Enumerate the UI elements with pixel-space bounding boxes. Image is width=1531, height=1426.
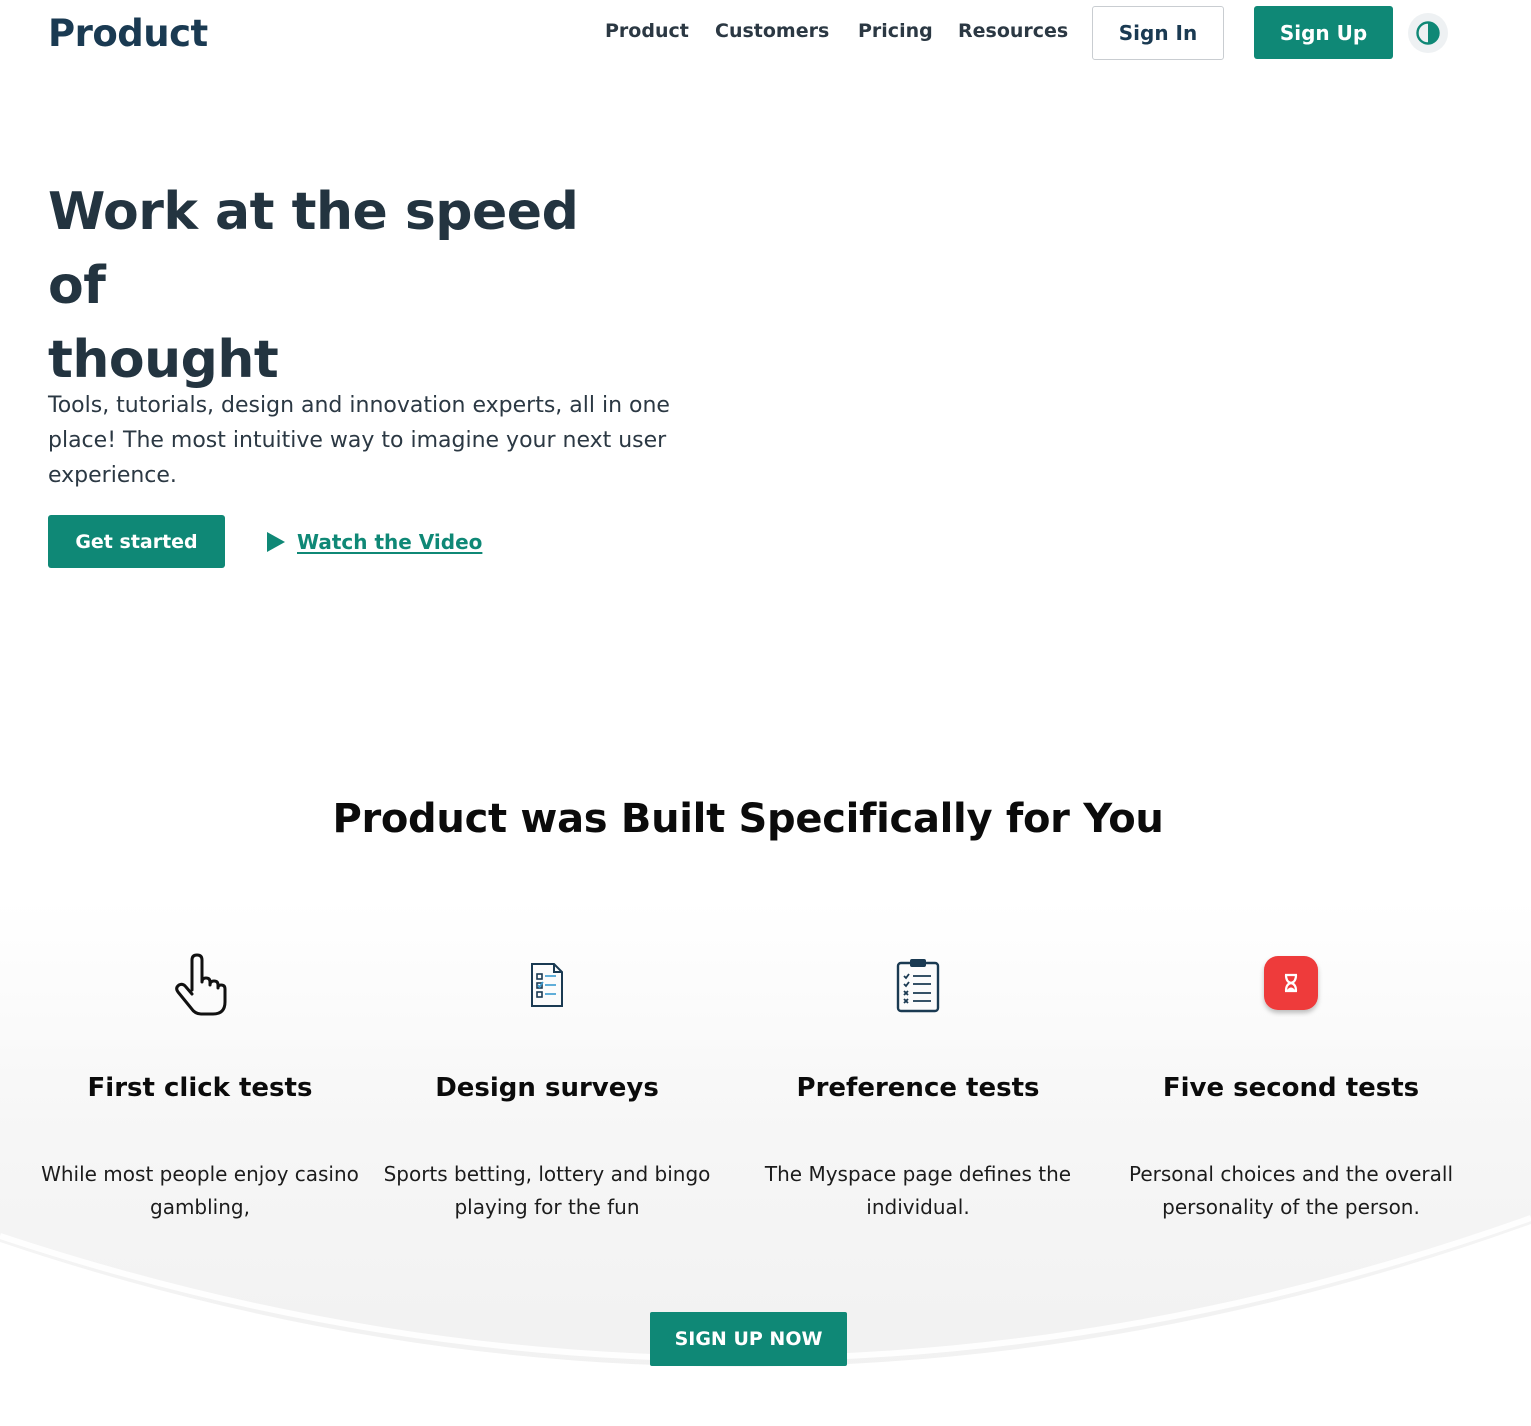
nav-link-customers[interactable]: Customers [715,20,829,42]
feature-description-4: Personal choices and the overall persona… [1128,1162,1454,1219]
hero-description: Tools, tutorials, design and innovation … [48,393,670,488]
clipboard-checklist-icon [896,959,940,1013]
feature-icon-wrap-1 [30,950,370,1020]
feature-description-1: While most people enjoy casino gambling, [41,1162,359,1219]
feature-title-2: Design surveys [435,1073,659,1103]
watch-video-link[interactable]: Watch the Video [266,527,482,557]
feature-title-1: First click tests [87,1073,313,1103]
feature-description-3: The Myspace page defines the individual. [764,1162,1072,1219]
background-curve [0,1215,1531,1426]
pointer-hand-icon [175,953,227,1016]
brand-logo[interactable]: Product [48,12,208,55]
hero-title-line1: Work at the speed of [48,182,579,316]
sign-up-now-button[interactable]: SIGN UP NOW [650,1312,847,1366]
hero-title-line2: thought [48,330,279,390]
sign-up-button[interactable]: Sign Up [1254,6,1393,59]
nav-link-resources[interactable]: Resources [958,20,1068,42]
nav-link-pricing[interactable]: Pricing [858,20,933,42]
survey-document-icon [531,963,563,1007]
feature-description-2: Sports betting, lottery and bingo playin… [383,1162,711,1219]
play-icon [266,531,286,553]
hourglass-icon [1264,956,1318,1010]
watch-video-label: Watch the Video [297,530,483,554]
feature-title-4: Five second tests [1162,1073,1420,1103]
hero-title: Work at the speed of thought [48,175,648,397]
feature-icon-wrap-3 [748,950,1088,1020]
feature-icon-wrap-2 [377,950,717,1020]
sign-in-button[interactable]: Sign In [1092,6,1224,60]
feature-icon-wrap-4 [1121,950,1461,1020]
landing-page: Product Product Customers Pricing Resour… [0,0,1531,1426]
theme-toggle-button[interactable] [1408,13,1448,53]
nav-link-product[interactable]: Product [605,20,689,42]
features-section-title: Product was Built Specifically for You [332,796,1164,842]
contrast-icon [1416,21,1440,45]
get-started-button[interactable]: Get started [48,515,225,568]
feature-title-3: Preference tests [796,1073,1040,1103]
